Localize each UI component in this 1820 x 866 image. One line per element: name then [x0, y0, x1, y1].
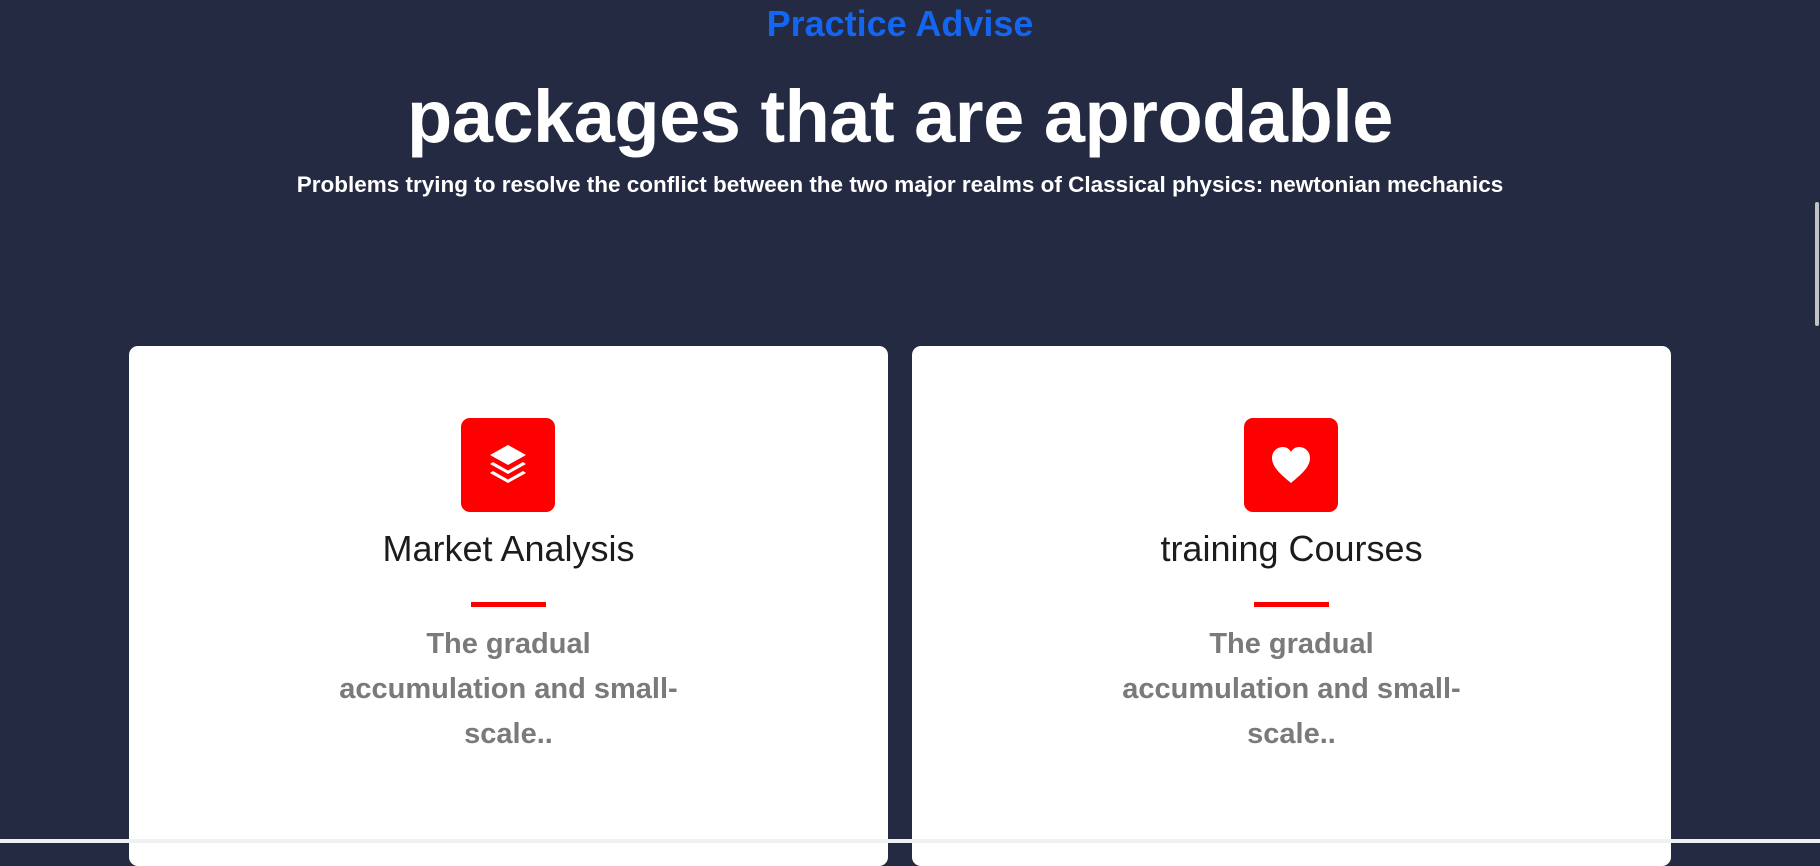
- layers-icon: [461, 418, 555, 512]
- scrollbar-thumb[interactable]: [1815, 202, 1819, 326]
- section-subhead: Problems trying to resolve the conflict …: [296, 172, 1504, 197]
- section-headline: packages that are aprodable: [407, 75, 1393, 158]
- section-eyebrow: Practice Advise: [766, 3, 1034, 44]
- card-title: Market Analysis: [382, 528, 635, 569]
- card-title: training Courses: [1160, 528, 1423, 569]
- packages-section: Practice Advise packages that are aproda…: [0, 0, 1820, 866]
- bottom-edge: [0, 839, 1820, 843]
- card-divider: [1254, 602, 1329, 607]
- card-divider: [471, 602, 546, 607]
- card-description: The gradual accumulation and small-scale…: [1122, 628, 1461, 750]
- page-scrollbar[interactable]: [1814, 0, 1820, 843]
- card-description: The gradual accumulation and small-scale…: [339, 628, 678, 750]
- heart-icon: [1244, 418, 1338, 512]
- package-card-training-courses: training Courses The gradual accumulatio…: [912, 346, 1671, 866]
- package-card-market-analysis: Market Analysis The gradual accumulation…: [129, 346, 888, 866]
